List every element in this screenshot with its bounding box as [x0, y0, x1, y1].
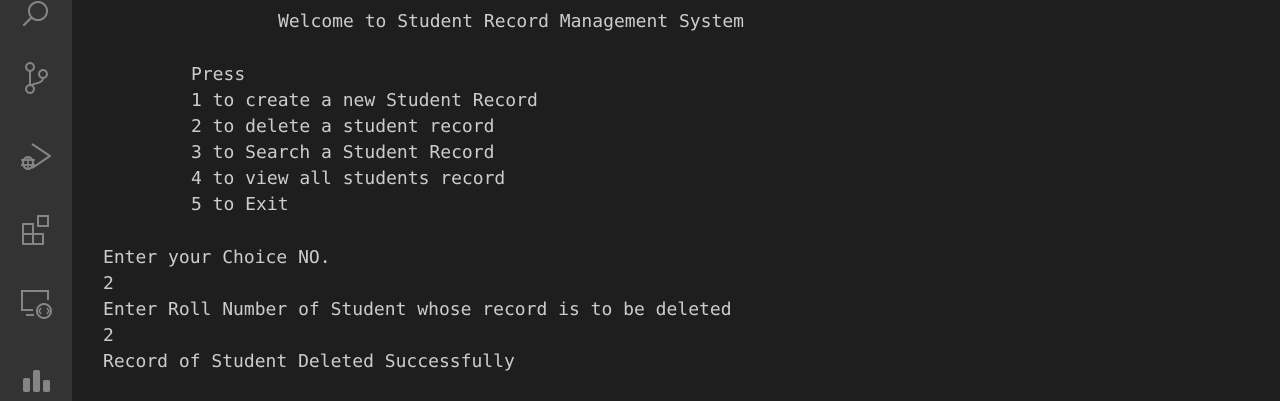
menu-option-view-all: 4 to view all students record	[191, 168, 506, 189]
choice-prompt: Enter your Choice NO.	[103, 247, 331, 268]
run-debug-icon[interactable]	[12, 132, 60, 180]
menu-option-exit: 5 to Exit	[191, 194, 289, 215]
search-icon[interactable]	[12, 0, 60, 38]
roll-number-prompt: Enter Roll Number of Student whose recor…	[103, 299, 732, 320]
activity-bar	[0, 0, 72, 401]
menu-prompt: Press	[191, 64, 246, 85]
choice-input: 2	[103, 273, 114, 294]
terminal-panel[interactable]: Welcome to Student Record Management Sys…	[72, 0, 1280, 401]
source-control-icon[interactable]	[12, 54, 60, 102]
extensions-icon[interactable]	[12, 206, 60, 254]
status-message: Record of Student Deleted Successfully	[103, 351, 515, 372]
welcome-heading: Welcome to Student Record Management Sys…	[278, 11, 744, 32]
menu-option-delete: 2 to delete a student record	[191, 116, 495, 137]
roll-number-input: 2	[103, 325, 114, 346]
menu-option-search: 3 to Search a Student Record	[191, 142, 495, 163]
charts-icon[interactable]	[12, 352, 60, 400]
menu-option-create: 1 to create a new Student Record	[191, 90, 538, 111]
remote-explorer-icon[interactable]	[12, 280, 60, 328]
